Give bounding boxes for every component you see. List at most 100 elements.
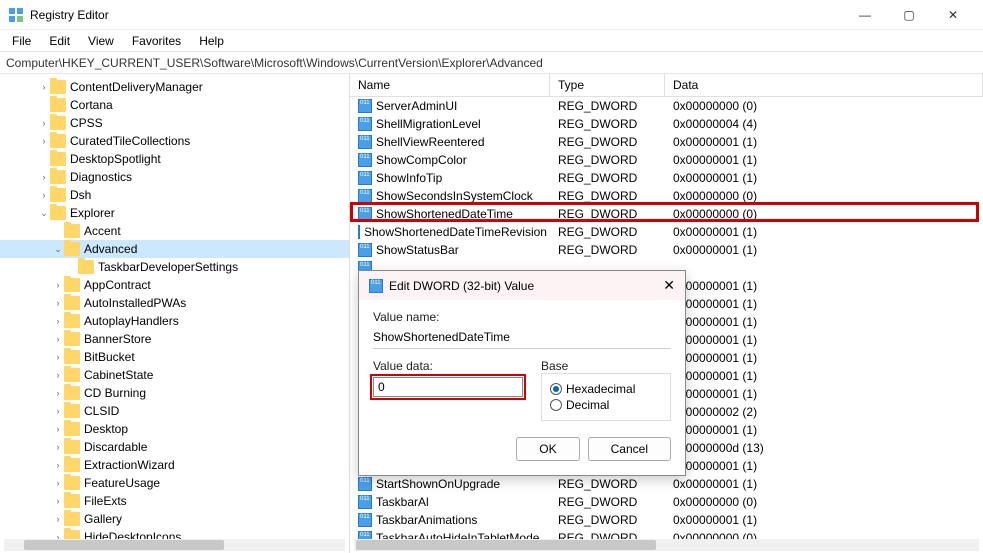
folder-icon bbox=[50, 116, 66, 130]
folder-icon bbox=[64, 476, 80, 490]
tree-item[interactable]: ›FeatureUsage bbox=[0, 474, 349, 492]
tree-item[interactable]: Accent bbox=[0, 222, 349, 240]
col-name[interactable]: Name bbox=[350, 74, 550, 96]
chevron-right-icon[interactable]: › bbox=[52, 460, 64, 470]
col-type[interactable]: Type bbox=[550, 74, 665, 96]
cancel-button[interactable]: Cancel bbox=[588, 437, 671, 461]
tree-item[interactable]: ›Gallery bbox=[0, 510, 349, 528]
tree-item-label: CuratedTileCollections bbox=[70, 134, 196, 148]
chevron-down-icon[interactable]: ⌄ bbox=[52, 244, 64, 255]
chevron-down-icon[interactable]: ⌄ bbox=[38, 208, 50, 219]
tree-item[interactable]: ›FileExts bbox=[0, 492, 349, 510]
tree-item[interactable]: ›AppContract bbox=[0, 276, 349, 294]
menu-edit[interactable]: Edit bbox=[41, 32, 78, 50]
tree-item[interactable]: › Dsh bbox=[0, 186, 349, 204]
folder-icon bbox=[50, 134, 66, 148]
tree-item[interactable]: ›Discardable bbox=[0, 438, 349, 456]
tree-item[interactable]: ›CabinetState bbox=[0, 366, 349, 384]
value-row[interactable]: ServerAdminUIREG_DWORD0x00000000 (0) bbox=[350, 97, 983, 115]
value-row[interactable]: TaskbarAlREG_DWORD0x00000000 (0) bbox=[350, 493, 983, 511]
value-row[interactable]: ShellMigrationLevelREG_DWORD0x00000004 (… bbox=[350, 115, 983, 133]
values-hscrollbar[interactable] bbox=[354, 539, 979, 551]
tree-item[interactable]: ⌄ Advanced bbox=[0, 240, 349, 258]
tree-item[interactable]: TaskbarDeveloperSettings bbox=[0, 258, 349, 276]
tree-item[interactable]: DesktopSpotlight bbox=[0, 150, 349, 168]
tree-item[interactable]: ⌄Explorer bbox=[0, 204, 349, 222]
value-row[interactable]: StartShownOnUpgradeREG_DWORD0x00000001 (… bbox=[350, 475, 983, 493]
tree-item-label: Advanced bbox=[84, 242, 143, 256]
tree-item[interactable]: ›AutoInstalledPWAs bbox=[0, 294, 349, 312]
value-row[interactable]: ShowSecondsInSystemClockREG_DWORD0x00000… bbox=[350, 187, 983, 205]
tree-item[interactable]: › CuratedTileCollections bbox=[0, 132, 349, 150]
chevron-right-icon[interactable]: › bbox=[38, 118, 50, 128]
menu-favorites[interactable]: Favorites bbox=[124, 32, 189, 50]
value-type: REG_DWORD bbox=[550, 513, 665, 527]
col-data[interactable]: Data bbox=[665, 74, 983, 96]
address-bar[interactable]: Computer\HKEY_CURRENT_USER\Software\Micr… bbox=[0, 52, 983, 74]
menu-help[interactable]: Help bbox=[191, 32, 232, 50]
tree-item[interactable]: ›CPSS bbox=[0, 114, 349, 132]
tree-item[interactable]: › ExtractionWizard bbox=[0, 456, 349, 474]
folder-icon bbox=[64, 224, 80, 238]
tree-pane[interactable]: ›ContentDeliveryManagerCortana›CPSS›Cura… bbox=[0, 74, 350, 553]
dword-icon bbox=[358, 477, 372, 491]
folder-icon bbox=[64, 458, 80, 472]
tree-item-label: ExtractionWizard bbox=[84, 458, 181, 472]
chevron-right-icon[interactable]: › bbox=[52, 514, 64, 524]
value-row[interactable]: TaskbarAnimationsREG_DWORD0x00000001 (1) bbox=[350, 511, 983, 529]
folder-icon bbox=[64, 512, 80, 526]
chevron-right-icon[interactable]: › bbox=[52, 406, 64, 416]
chevron-right-icon[interactable]: › bbox=[38, 172, 50, 182]
radio-icon bbox=[550, 383, 562, 395]
chevron-right-icon[interactable]: › bbox=[52, 334, 64, 344]
dword-icon bbox=[358, 243, 372, 257]
maximize-button[interactable]: ▢ bbox=[887, 1, 931, 29]
menu-view[interactable]: View bbox=[80, 32, 122, 50]
tree-item[interactable]: ›AutoplayHandlers bbox=[0, 312, 349, 330]
radio-hexadecimal[interactable]: Hexadecimal bbox=[550, 382, 662, 396]
value-row[interactable]: ShowCompColorREG_DWORD0x00000001 (1) bbox=[350, 151, 983, 169]
dialog-close-button[interactable]: ✕ bbox=[663, 277, 675, 294]
value-data: 0x00000001 (1) bbox=[665, 279, 983, 293]
chevron-right-icon[interactable]: › bbox=[52, 352, 64, 362]
value-name: ShellViewReentered bbox=[376, 135, 485, 149]
chevron-right-icon[interactable]: › bbox=[52, 424, 64, 434]
chevron-right-icon[interactable]: › bbox=[52, 316, 64, 326]
menu-file[interactable]: File bbox=[4, 32, 39, 50]
value-data-input[interactable] bbox=[373, 377, 523, 397]
chevron-right-icon[interactable]: › bbox=[52, 442, 64, 452]
chevron-right-icon[interactable]: › bbox=[38, 82, 50, 92]
tree-item[interactable]: ›Desktop bbox=[0, 420, 349, 438]
chevron-right-icon[interactable]: › bbox=[38, 190, 50, 200]
chevron-right-icon[interactable]: › bbox=[52, 280, 64, 290]
tree-item[interactable]: ›Diagnostics bbox=[0, 168, 349, 186]
chevron-right-icon[interactable]: › bbox=[38, 136, 50, 146]
tree-item[interactable]: ›ContentDeliveryManager bbox=[0, 78, 349, 96]
value-data: 0x00000001 (1) bbox=[665, 135, 983, 149]
value-row[interactable]: ShowInfoTipREG_DWORD0x00000001 (1) bbox=[350, 169, 983, 187]
tree-hscrollbar[interactable] bbox=[4, 539, 345, 551]
tree-item[interactable]: ›BitBucket bbox=[0, 348, 349, 366]
dword-icon bbox=[358, 171, 372, 185]
folder-icon bbox=[78, 260, 94, 274]
tree-item[interactable]: ›CLSID bbox=[0, 402, 349, 420]
value-row[interactable]: ShellViewReenteredREG_DWORD0x00000001 (1… bbox=[350, 133, 983, 151]
value-type: REG_DWORD bbox=[550, 189, 665, 203]
chevron-right-icon[interactable]: › bbox=[52, 478, 64, 488]
value-row[interactable]: ShowShortenedDateTimeREG_DWORD0x00000000… bbox=[350, 205, 983, 223]
tree-item[interactable]: ›CD Burning bbox=[0, 384, 349, 402]
tree-item[interactable]: ›BannerStore bbox=[0, 330, 349, 348]
chevron-right-icon[interactable]: › bbox=[52, 370, 64, 380]
chevron-right-icon[interactable]: › bbox=[52, 388, 64, 398]
chevron-right-icon[interactable]: › bbox=[52, 496, 64, 506]
tree-item[interactable]: Cortana bbox=[0, 96, 349, 114]
minimize-button[interactable]: — bbox=[843, 1, 887, 29]
tree-item-label: Dsh bbox=[70, 188, 97, 202]
value-row[interactable]: ShowStatusBarREG_DWORD0x00000001 (1) bbox=[350, 241, 983, 259]
radio-decimal[interactable]: Decimal bbox=[550, 398, 662, 412]
close-button[interactable]: ✕ bbox=[931, 1, 975, 29]
value-row[interactable]: ShowShortenedDateTimeRevisionREG_DWORD0x… bbox=[350, 223, 983, 241]
chevron-right-icon[interactable]: › bbox=[52, 298, 64, 308]
value-data: 0x00000002 (2) bbox=[665, 405, 983, 419]
ok-button[interactable]: OK bbox=[516, 437, 579, 461]
